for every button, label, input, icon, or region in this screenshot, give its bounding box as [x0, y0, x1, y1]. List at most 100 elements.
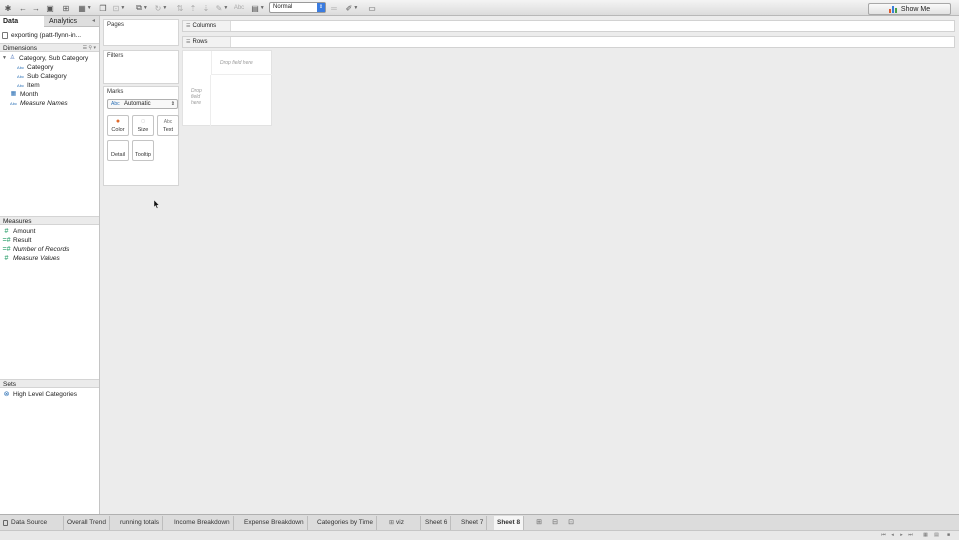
tab-categories-by-time[interactable]: Categories by Time	[314, 516, 377, 530]
measure-item-amount[interactable]: # Amount	[2, 227, 36, 236]
dimension-item-category[interactable]: Abc Category	[16, 63, 53, 72]
tab-income-breakdown[interactable]: Income Breakdown	[171, 516, 234, 530]
save-icon[interactable]: ▣	[45, 2, 55, 14]
tab-analytics[interactable]: Analytics	[46, 16, 92, 27]
presentation-icon[interactable]: ▭	[367, 2, 377, 14]
data-pane: Data Analytics ◂ exporting (patt-flynn-i…	[0, 16, 100, 514]
color-button[interactable]: ● Color	[107, 115, 129, 136]
tab-sheet-6[interactable]: Sheet 6	[422, 516, 452, 530]
chart-type-icon[interactable]: ▤ ▼	[249, 2, 267, 14]
measure-item-number-of-records[interactable]: =# Number of Records	[2, 245, 70, 254]
show-tabs-icon[interactable]: ■	[945, 532, 952, 539]
tab-data[interactable]: Data	[0, 16, 44, 27]
last-sheet-icon[interactable]: ⏭	[907, 532, 914, 539]
abc-icon: Abc	[111, 101, 120, 107]
new-worksheet-icon[interactable]: ⊞	[534, 518, 544, 527]
tooltip-button[interactable]: Tooltip	[132, 140, 154, 161]
dimensions-options-icon[interactable]: ☰ ⚲ ▾	[83, 44, 96, 53]
new-worksheet-icon[interactable]: ▦ ▼	[77, 2, 93, 14]
tab-label: viz	[396, 519, 404, 526]
abc-icon: Abc	[10, 101, 17, 106]
measure-number-icon: #	[4, 255, 9, 262]
set-label: High Level Categories	[13, 391, 77, 398]
fit-select[interactable]: Normal ⇕	[269, 2, 326, 13]
new-dashboard-icon[interactable]: ⊟	[550, 518, 560, 527]
dimension-item-item[interactable]: Abc Item	[16, 81, 40, 90]
fix-axes-icon[interactable]: ═	[329, 2, 339, 14]
add-datasource-icon[interactable]: ⊞	[61, 2, 71, 14]
set-item-high-level-categories[interactable]: ⊗ High Level Categories	[2, 390, 77, 399]
prev-sheet-icon[interactable]: ◂	[889, 532, 896, 539]
dimension-item-month[interactable]: ▦ Month	[9, 90, 38, 99]
measures-header: Measures	[0, 216, 99, 225]
clear-sheet-icon[interactable]: ⊡ ▼	[111, 2, 127, 14]
dimension-label: Sub Category	[27, 73, 67, 80]
refresh-icon[interactable]: ↻ ▼	[153, 2, 169, 14]
mark-type-select[interactable]: Abc Automatic ⇕	[107, 99, 178, 109]
collapse-pane-icon[interactable]: ◂	[92, 17, 95, 24]
new-story-icon[interactable]: ⊡	[566, 518, 576, 527]
measure-item-result[interactable]: =# Result	[2, 236, 32, 245]
datasource-icon	[2, 31, 8, 39]
measure-label: Result	[13, 237, 32, 244]
rows-drop-zone[interactable]: Drop field here	[183, 75, 211, 126]
show-filmstrip-icon[interactable]: ▦	[922, 532, 929, 539]
pen-icon[interactable]: ✐ ▼	[344, 2, 360, 14]
first-sheet-icon[interactable]: ⏮	[880, 532, 887, 539]
dimension-item-sub-category[interactable]: Abc Sub Category	[16, 72, 67, 81]
datasource-item[interactable]: exporting (patt-flynn-in...	[2, 30, 98, 40]
measure-label: Number of Records	[13, 246, 70, 253]
dimension-label: Month	[20, 91, 39, 98]
sort-descending-icon[interactable]: ⇣	[201, 2, 211, 14]
undo-icon[interactable]: ←	[18, 2, 28, 14]
viz-canvas[interactable]: Drop field here Drop field here	[182, 50, 272, 126]
sheet-tab-bar: Data Source Overall Trend running totals…	[0, 514, 959, 530]
dimension-item-hierarchy[interactable]: ▼ ♙ Category, Sub Category	[2, 54, 88, 63]
show-labels-icon[interactable]: Abc	[232, 2, 246, 14]
duplicate-sheet-icon[interactable]: ❐	[98, 2, 108, 14]
size-button-label: Size	[137, 127, 149, 133]
swap-icon[interactable]: ⧉ ▼	[134, 2, 150, 14]
filters-card[interactable]: Filters	[103, 50, 179, 84]
tab-viz[interactable]: ⊞ viz	[386, 516, 421, 530]
measure-item-measure-values[interactable]: # Measure Values	[2, 254, 60, 263]
toolbar: ✱ ← → ▣ ⊞ ▦ ▼ ❐ ⊡ ▼ ⧉ ▼ ↻ ▼ ⇅ ⇡ ⇣ ✎ ▼ Abc ▤ ▼ …	[0, 0, 959, 16]
measure-number-icon: #	[4, 228, 9, 235]
pages-title: Pages	[107, 22, 125, 28]
show-me-label: Show Me	[900, 5, 931, 13]
dashboard-icon: ⊞	[389, 520, 395, 526]
columns-drop-zone[interactable]: Drop field here	[211, 51, 272, 75]
rows-shelf-label: ☰ Rows	[183, 37, 231, 47]
redo-icon[interactable]: →	[31, 2, 41, 14]
highlight-icon[interactable]: ✎ ▼	[214, 2, 230, 14]
tab-overall-trend[interactable]: Overall Trend	[64, 516, 111, 530]
show-sheet-sorter-icon[interactable]: ▤	[933, 532, 940, 539]
next-sheet-icon[interactable]: ▸	[898, 532, 905, 539]
columns-shelf[interactable]: ☰ Columns	[182, 20, 955, 32]
status-bar: ⏮ ◂ ▸ ⏭ ▦ ▤ ■	[0, 530, 959, 540]
tab-running-totals[interactable]: running totals	[117, 516, 164, 530]
pane-tabs: Data Analytics ◂	[0, 16, 99, 27]
measure-label: Amount	[13, 228, 36, 235]
dimension-item-measure-names[interactable]: Abc Measure Names	[9, 99, 68, 108]
tab-sheet-7[interactable]: Sheet 7	[458, 516, 488, 530]
drop-field-rows-text-3: here	[191, 100, 202, 106]
tab-sheet-8[interactable]: Sheet 8	[494, 516, 525, 530]
rows-shelf[interactable]: ☰ Rows	[182, 36, 955, 48]
size-button[interactable]: ◌ Size	[132, 115, 154, 136]
dimension-label: Category, Sub Category	[19, 55, 89, 62]
text-button[interactable]: Abc Text	[157, 115, 179, 136]
measure-label: Measure Values	[13, 255, 60, 262]
abc-icon: Abc	[17, 83, 24, 88]
dimensions-header: Dimensions ☰ ⚲ ▾	[0, 43, 99, 52]
show-me-button[interactable]: Show Me	[868, 3, 951, 15]
sort-ascending-icon[interactable]: ⇡	[188, 2, 198, 14]
detail-button[interactable]: Detail	[107, 140, 129, 161]
pages-card[interactable]: Pages	[103, 19, 179, 46]
tab-data-source[interactable]: Data Source	[0, 516, 64, 530]
tableau-logo-icon[interactable]: ✱	[3, 2, 13, 14]
tab-expense-breakdown[interactable]: Expense Breakdown	[241, 516, 308, 530]
calendar-icon: ▦	[10, 91, 17, 97]
swap-rows-columns-icon[interactable]: ⇅	[175, 2, 185, 14]
dimension-label: Item	[27, 82, 40, 89]
